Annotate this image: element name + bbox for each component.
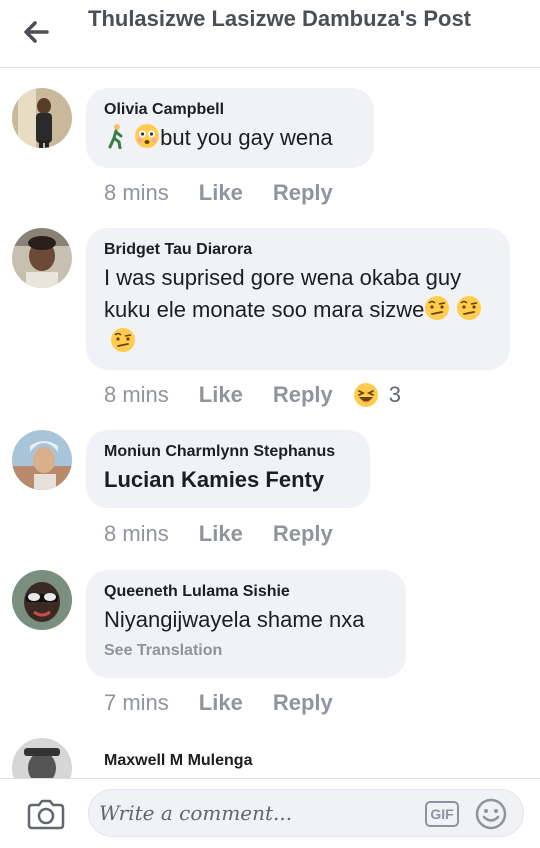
like-button[interactable]: Like [199,180,243,206]
person-walking-icon [108,124,123,149]
comment-composer: GIF [0,778,540,848]
avatar[interactable] [12,228,72,288]
reply-button[interactable]: Reply [273,521,333,547]
face-with-raised-eyebrow-icon [425,296,450,320]
haha-reaction-icon [353,383,378,407]
comment-timestamp[interactable]: 7 mins [104,690,169,716]
comment-timestamp[interactable]: 8 mins [104,180,169,206]
comment-author[interactable]: Queeneth Lulama Sishie [104,582,388,602]
like-button[interactable]: Like [199,521,243,547]
comment-input-container: GIF [88,789,524,837]
back-arrow-icon [24,21,49,43]
comment-input[interactable] [99,790,419,836]
comment-author[interactable]: Bridget Tau Diarora [104,240,492,260]
comment-author[interactable]: Maxwell M Mulenga [104,752,252,770]
reply-button[interactable]: Reply [273,180,333,206]
back-button[interactable] [16,14,56,50]
like-button[interactable]: Like [199,690,243,716]
gif-button[interactable]: GIF [425,801,459,827]
avatar[interactable] [12,88,72,148]
see-translation-link[interactable]: See Translation [104,640,388,662]
comment-text: I was suprised gore wena okaba guy kuku … [104,262,492,358]
like-button[interactable]: Like [199,382,243,408]
comment-text: Niyangijwayela shame nxa [104,607,365,632]
face-with-raised-eyebrow-icon [457,296,482,320]
comment-timestamp[interactable]: 8 mins [104,521,169,547]
comment-timestamp[interactable]: 8 mins [104,382,169,408]
reply-button[interactable]: Reply [273,690,333,716]
comment-bubble[interactable]: Moniun Charmlynn Stephanus Lucian Kamies… [86,430,370,508]
avatar[interactable] [12,570,72,630]
reaction-count: 3 [388,382,401,407]
reply-button[interactable]: Reply [273,382,333,408]
reaction-summary[interactable]: 3 [353,382,401,408]
comment-text-body: I was suprised gore wena okaba guy kuku … [104,265,462,322]
comment-author[interactable]: Moniun Charmlynn Stephanus [104,442,352,462]
comment-actions: 8 mins Like Reply 3 [104,382,401,408]
camera-icon [27,799,65,830]
comment-actions: 7 mins Like Reply [104,690,333,716]
comment-bubble[interactable]: Bridget Tau Diarora I was suprised gore … [86,228,510,370]
comment-text: but you gay wena [104,122,356,154]
comment-list[interactable]: Olivia Campbell but you gay wena 8 mins … [0,68,540,778]
comment-bubble[interactable]: Olivia Campbell but you gay wena [86,88,374,168]
flushed-face-icon [135,124,160,148]
page-title: Thulasizwe Lasizwe Dambuza's Post [88,6,472,31]
avatar[interactable] [12,430,72,490]
comment-author[interactable]: Olivia Campbell [104,100,356,120]
camera-button[interactable] [26,797,66,831]
comment-text-body: but you gay wena [160,125,333,150]
comment-actions: 8 mins Like Reply [104,521,333,547]
smiley-icon [475,798,507,830]
face-with-raised-eyebrow-icon [111,328,135,352]
comment-bubble[interactable]: Queeneth Lulama Sishie Niyangijwayela sh… [86,570,406,678]
emoji-button[interactable] [475,798,507,830]
comment-mention[interactable]: Lucian Kamies Fenty [104,464,352,496]
comment-actions: 8 mins Like Reply [104,180,333,206]
avatar[interactable] [12,738,72,778]
post-header: Thulasizwe Lasizwe Dambuza's Post [0,0,540,68]
